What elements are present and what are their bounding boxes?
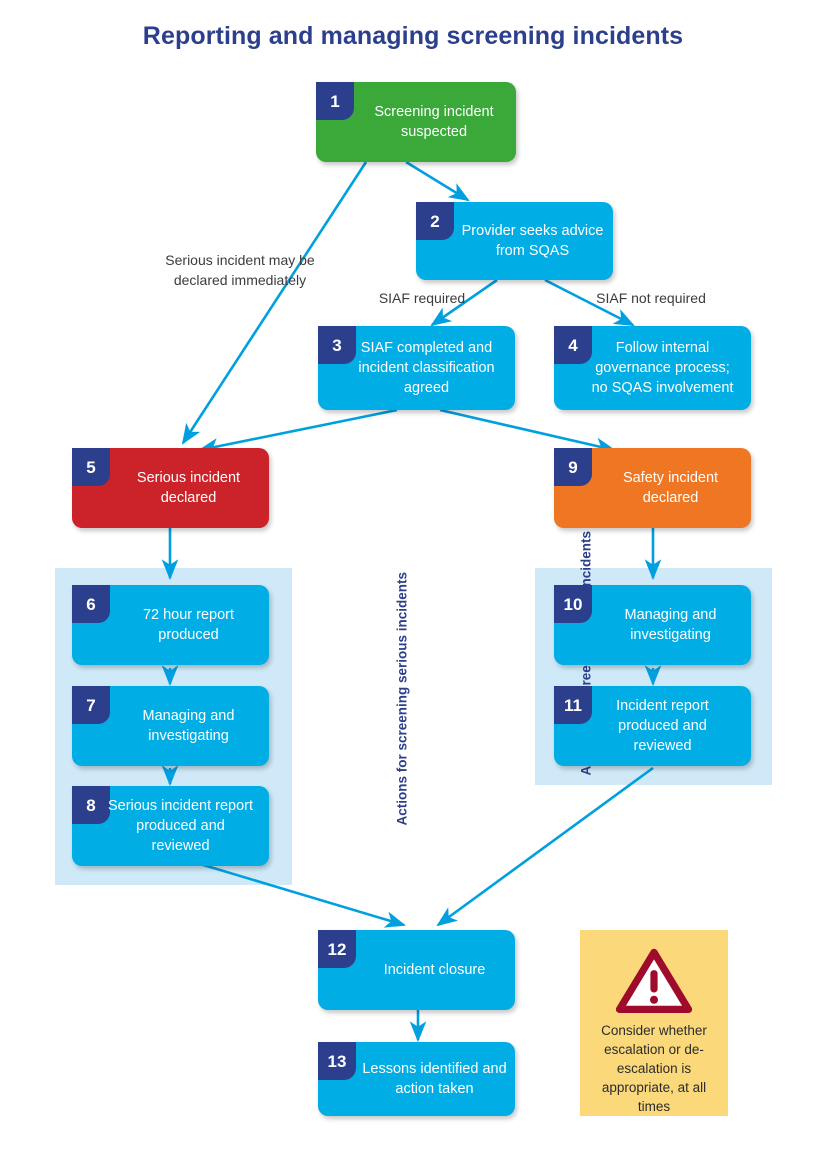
node-8-label: Serious incident report produced and rev… bbox=[107, 798, 254, 854]
node-10-badge: 10 bbox=[554, 585, 592, 623]
edge-label-siaf-not-required: SIAF not required bbox=[596, 290, 706, 306]
node-1-screening-incident-suspected[interactable]: 1 Screening incident suspected bbox=[316, 82, 516, 162]
node-13-badge: 13 bbox=[318, 1042, 356, 1080]
node-5-label: Serious incident declared bbox=[136, 470, 241, 506]
edge-label-siaf-required: SIAF required bbox=[378, 290, 466, 306]
node-5-serious-incident-declared[interactable]: 5 Serious incident declared bbox=[72, 448, 269, 528]
node-7-managing-investigating[interactable]: 7 Managing and investigating bbox=[72, 686, 269, 766]
node-12-incident-closure[interactable]: 12 Incident closure bbox=[318, 930, 515, 1010]
node-3-siaf-completed[interactable]: 3 SIAF completed and incident classifica… bbox=[318, 326, 515, 410]
annotation-serious-immediate: Serious incident may be declared immedia… bbox=[165, 252, 315, 288]
node-7-label: Managing and investigating bbox=[142, 708, 235, 744]
node-11-label: Incident report produced and reviewed bbox=[616, 698, 709, 754]
page-title: Reporting and managing screening inciden… bbox=[142, 22, 684, 50]
node-8-serious-incident-report[interactable]: 8 Serious incident report produced and r… bbox=[72, 786, 269, 866]
node-10-label: Managing and investigating bbox=[624, 607, 717, 643]
node-3-label: SIAF completed and incident classificati… bbox=[358, 340, 495, 396]
node-6-72-hour-report[interactable]: 6 72 hour report produced bbox=[72, 585, 269, 665]
node-12-badge: 12 bbox=[318, 930, 356, 968]
node-5-badge: 5 bbox=[72, 448, 110, 486]
node-6-badge: 6 bbox=[72, 585, 110, 623]
node-2-badge: 2 bbox=[416, 202, 454, 240]
group-label-serious: Actions for screening serious incidents bbox=[394, 571, 410, 826]
node-9-badge: 9 bbox=[554, 448, 592, 486]
warning-triangle-icon bbox=[615, 948, 693, 1013]
node-11-incident-report-produced[interactable]: 11 Incident report produced and reviewed bbox=[554, 686, 751, 766]
warning-text: Consider whether escalation or de-escala… bbox=[601, 1023, 707, 1114]
node-9-label: Safety incident declared bbox=[622, 470, 719, 506]
node-7-badge: 7 bbox=[72, 686, 110, 724]
node-10-managing-investigating[interactable]: 10 Managing and investigating bbox=[554, 585, 751, 665]
node-9-safety-incident-declared[interactable]: 9 Safety incident declared bbox=[554, 448, 751, 528]
node-2-label: Provider seeks advice from SQAS bbox=[461, 223, 604, 259]
node-12-label: Incident closure bbox=[383, 962, 486, 978]
node-2-provider-seeks-advice[interactable]: 2 Provider seeks advice from SQAS bbox=[416, 202, 613, 280]
node-1-label: Screening incident suspected bbox=[374, 104, 494, 140]
node-1-badge: 1 bbox=[316, 82, 354, 120]
node-6-label: 72 hour report produced bbox=[142, 607, 235, 643]
node-13-lessons-identified[interactable]: 13 Lessons identified and action taken bbox=[318, 1042, 515, 1116]
flowchart-canvas: Reporting and managing screening inciden… bbox=[0, 0, 826, 1169]
node-13-label: Lessons identified and action taken bbox=[362, 1061, 507, 1097]
node-4-label: Follow internal governance process; no S… bbox=[591, 340, 734, 396]
node-4-follow-internal-governance[interactable]: 4 Follow internal governance process; no… bbox=[554, 326, 751, 410]
warning-callout: Consider whether escalation or de-escala… bbox=[580, 930, 728, 1116]
